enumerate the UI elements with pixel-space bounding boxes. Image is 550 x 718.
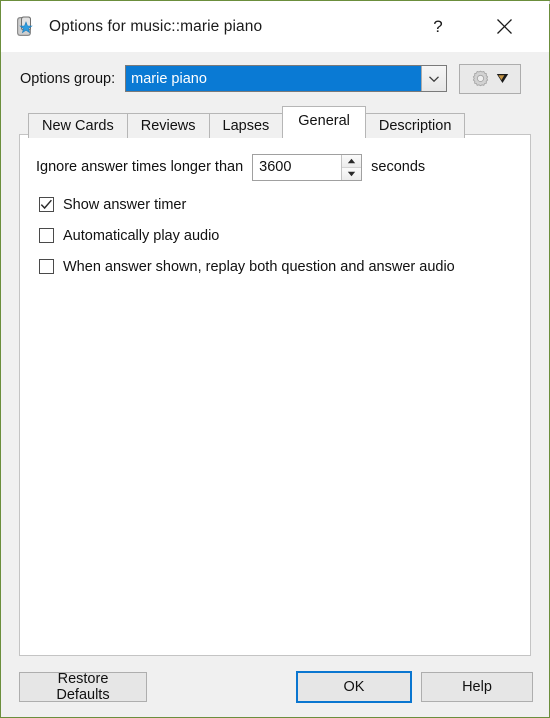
help-button[interactable]: Help: [421, 671, 533, 702]
spinbox-up-icon[interactable]: [342, 154, 362, 167]
tab-new-cards-label: New Cards: [42, 118, 114, 134]
ok-button[interactable]: OK: [296, 670, 412, 703]
close-icon[interactable]: [481, 1, 527, 52]
options-dialog-window: Options for music::marie piano ? Options…: [0, 0, 550, 718]
tab-description-label: Description: [378, 118, 452, 134]
restore-defaults-button[interactable]: Restore Defaults: [19, 670, 147, 703]
checkbox-show-answer-timer-label: Show answer timer: [63, 196, 187, 213]
options-group-row: Options group: marie piano: [1, 52, 549, 105]
triangle-down-icon: [496, 74, 509, 83]
checkbox-show-answer-timer[interactable]: [39, 197, 54, 212]
spinbox-buttons: [341, 154, 362, 180]
chevron-down-icon[interactable]: [421, 66, 447, 91]
chevron-down-glyph: [429, 75, 440, 82]
tab-description[interactable]: Description: [364, 113, 466, 138]
ignore-answer-times-row: Ignore answer times longer than 3600 sec…: [36, 153, 514, 181]
ignore-answer-times-spinbox[interactable]: 3600: [252, 153, 363, 181]
options-group-value[interactable]: marie piano: [126, 66, 422, 91]
checkbox-replay-both-audio[interactable]: [39, 259, 54, 274]
checkbox-replay-both-audio-label: When answer shown, replay both question …: [63, 258, 455, 275]
checkbox-row-replay-both-audio[interactable]: When answer shown, replay both question …: [36, 251, 514, 282]
spinbox-down-icon[interactable]: [342, 167, 362, 180]
help-label: Help: [462, 678, 492, 695]
dialog-footer: Restore Defaults OK Help: [1, 656, 549, 717]
ignore-answer-times-label: Ignore answer times longer than: [36, 159, 244, 175]
checkmark-icon: [40, 199, 52, 210]
tab-new-cards[interactable]: New Cards: [28, 113, 128, 138]
spinbox-down-glyph: [347, 171, 356, 176]
tab-area: New Cards Reviews Lapses General Descrip…: [1, 105, 549, 656]
tab-lapses[interactable]: Lapses: [208, 113, 284, 138]
titlebar-help-label: ?: [433, 16, 443, 36]
anki-deck-icon: [15, 16, 37, 38]
tab-general[interactable]: General: [282, 106, 366, 135]
close-x-glyph: [496, 19, 512, 34]
general-tab-panel: Ignore answer times longer than 3600 sec…: [19, 134, 531, 656]
ok-label: OK: [343, 678, 365, 695]
title-bar: Options for music::marie piano ?: [1, 1, 549, 52]
options-group-combobox[interactable]: marie piano: [125, 65, 448, 92]
spinbox-up-glyph: [347, 158, 356, 163]
gear-icon: [472, 70, 489, 87]
titlebar-help-button[interactable]: ?: [415, 1, 461, 52]
tab-strip: New Cards Reviews Lapses General Descrip…: [19, 105, 531, 138]
window-title: Options for music::marie piano: [49, 17, 263, 35]
checkbox-auto-play-audio-label: Automatically play audio: [63, 227, 220, 244]
restore-defaults-label: Restore Defaults: [56, 670, 110, 703]
ignore-answer-times-suffix: seconds: [371, 159, 426, 175]
checkbox-row-show-answer-timer[interactable]: Show answer timer: [36, 189, 514, 220]
checkbox-row-auto-play-audio[interactable]: Automatically play audio: [36, 220, 514, 251]
ignore-answer-times-value[interactable]: 3600: [253, 155, 341, 180]
options-group-label: Options group:: [20, 70, 116, 87]
tab-reviews[interactable]: Reviews: [126, 113, 210, 138]
tab-lapses-label: Lapses: [222, 118, 270, 134]
tab-general-label: General: [298, 113, 350, 129]
checkbox-auto-play-audio[interactable]: [39, 228, 54, 243]
options-group-menu-button[interactable]: [459, 63, 522, 94]
tab-reviews-label: Reviews: [140, 118, 196, 134]
